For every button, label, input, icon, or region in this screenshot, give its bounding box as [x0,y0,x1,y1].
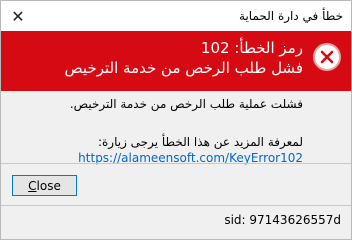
close-button-mnemonic: C [28,178,37,193]
error-summary: فشل طلب الرخص من خدمة الترخيص [64,59,303,77]
error-code: رمز الخطأ: 102 [200,39,303,57]
close-button[interactable]: Close [12,175,77,196]
info-prompt: لمعرفة المزيد عن هذا الخطأ يرجى زيارة: [97,135,303,149]
error-banner: رمز الخطأ: 102 فشل طلب الرخص من خدمة الت… [1,31,351,91]
error-message: فشلت عملية طلب الرخص من خدمة الترخيص. [69,97,303,111]
error-details: فشلت عملية طلب الرخص من خدمة الترخيص. لم… [13,96,303,166]
close-button-label-rest: lose [36,178,61,193]
divider-bottom [1,205,351,206]
window-title: خطأ في دارة الحماية [239,9,343,23]
window-close-button[interactable]: ✕ [1,1,35,31]
error-x-icon [313,43,341,71]
title-bar: ✕ خطأ في دارة الحماية [1,1,351,31]
banner-text: رمز الخطأ: 102 فشل طلب الرخص من خدمة الت… [65,38,303,78]
session-id: sid: 97143626557d [224,213,341,227]
close-icon: ✕ [11,6,25,26]
error-dialog: ✕ خطأ في دارة الحماية رمز الخطأ: 102 فشل… [0,0,352,240]
divider [1,163,351,164]
